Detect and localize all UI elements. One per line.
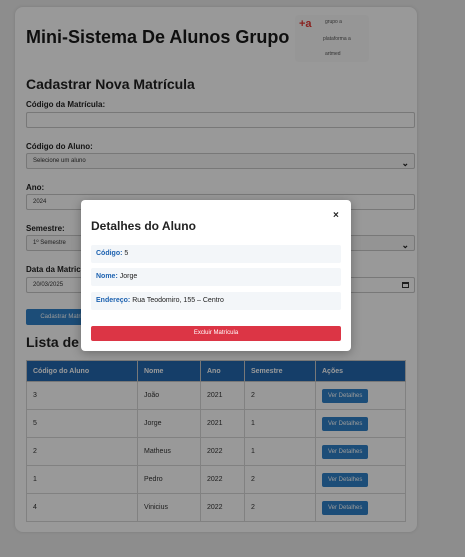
endereco-info-label: Endereço:	[96, 297, 131, 304]
endereco-info-value: Rua Teodomiro, 155 – Centro	[132, 297, 224, 304]
nome-info-row: Nome: Jorge	[91, 268, 341, 286]
codigo-info-label: Código:	[96, 250, 123, 257]
codigo-info-value: 5	[124, 250, 129, 257]
nome-info-value: Jorge	[119, 273, 138, 280]
codigo-info-row: Código: 5	[91, 245, 341, 263]
nome-info-label: Nome:	[96, 273, 118, 280]
endereco-info-row: Endereço: Rua Teodomiro, 155 – Centro	[91, 292, 341, 310]
excluir-matricula-button[interactable]: Excluir Matrícula	[91, 326, 341, 341]
close-icon[interactable]: ×	[333, 210, 339, 221]
student-details-modal: Detalhes do Aluno × Código: 5 Nome: Jorg…	[81, 200, 351, 351]
modal-title: Detalhes do Aluno	[91, 219, 196, 233]
